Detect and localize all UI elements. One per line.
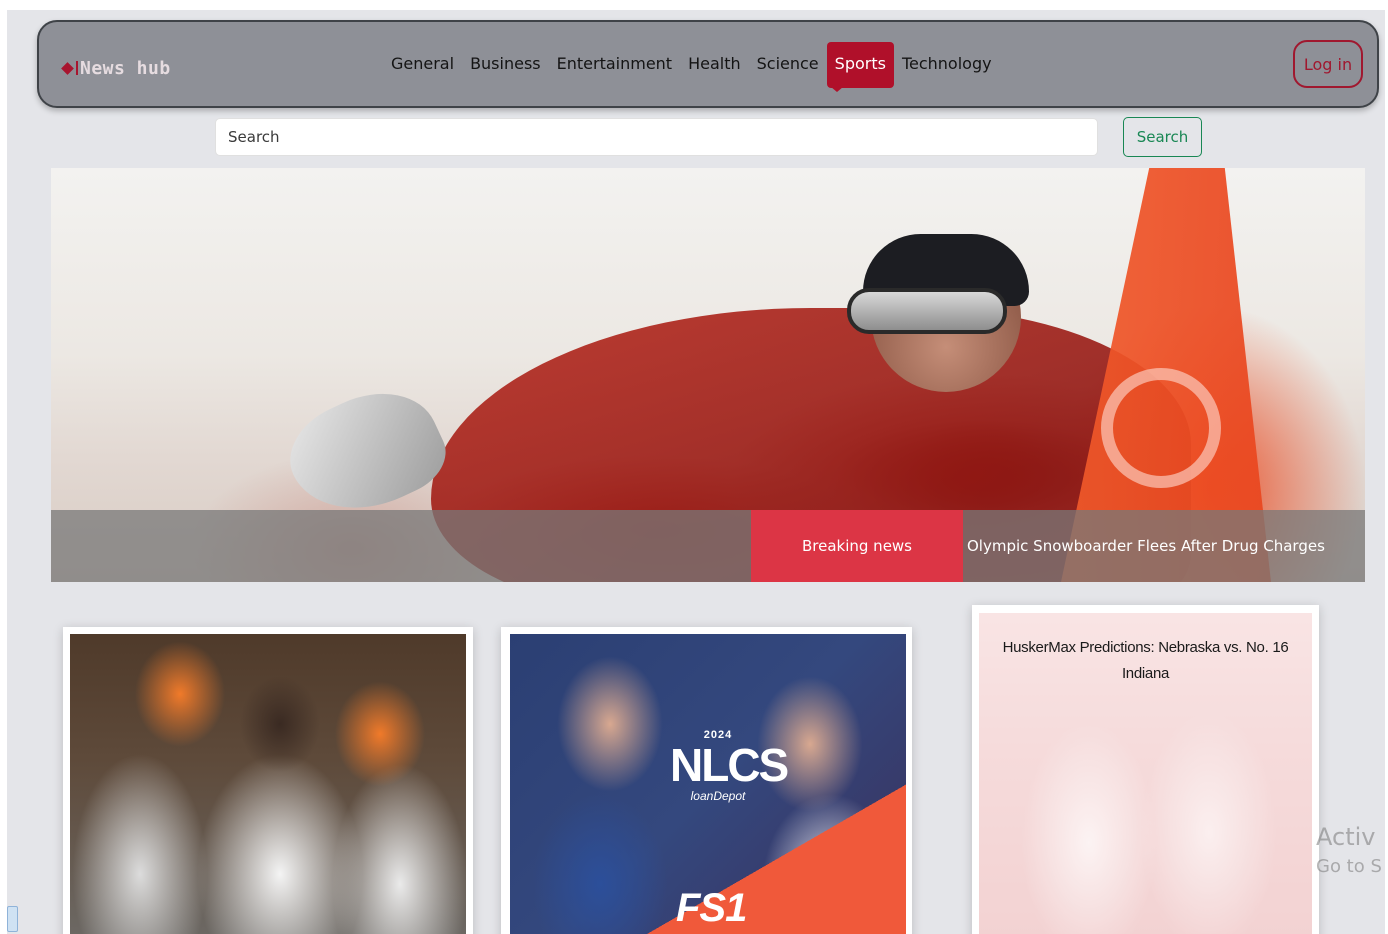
- search-input[interactable]: [215, 118, 1098, 156]
- breaking-news-badge: Breaking news: [751, 510, 963, 582]
- brand-diamond-icon: [61, 61, 74, 75]
- watermark-line-1: Activ: [1316, 823, 1376, 851]
- brand-logo[interactable]: News hub: [61, 56, 171, 80]
- windows-activation-watermark: Activ Go to S: [1316, 820, 1382, 880]
- nav-item-sports[interactable]: Sports: [826, 42, 894, 92]
- breaking-news-headline[interactable]: Olympic Snowboarder Flees After Drug Cha…: [967, 510, 1365, 582]
- watermark-line-2: Go to S: [1316, 856, 1382, 877]
- hero-image-goggles: [847, 288, 1007, 334]
- hero-banner[interactable]: Breaking news Olympic Snowboarder Flees …: [51, 168, 1365, 582]
- news-card-title[interactable]: HuskerMax Predictions: Nebraska vs. No. …: [992, 635, 1299, 687]
- side-scroll-tab[interactable]: [7, 906, 18, 932]
- nav-item-health[interactable]: Health: [680, 42, 749, 88]
- search-button[interactable]: Search: [1123, 117, 1202, 157]
- nav-item-general[interactable]: General: [383, 42, 462, 88]
- nlcs-logo-text: NLCS: [670, 739, 789, 791]
- nlcs-logo: 2024 NLCS loanDepot: [670, 729, 789, 803]
- news-card-2[interactable]: 2024 NLCS loanDepot FS1: [501, 627, 912, 934]
- news-card-image: 2024 NLCS loanDepot FS1: [510, 634, 906, 934]
- nav-item-entertainment[interactable]: Entertainment: [549, 42, 680, 88]
- login-button[interactable]: Log in: [1293, 40, 1363, 88]
- news-card-1[interactable]: [63, 627, 473, 934]
- nav-item-technology[interactable]: Technology: [894, 42, 1000, 88]
- nav-item-business[interactable]: Business: [462, 42, 549, 88]
- hero-image-olympic-ring: [1101, 368, 1221, 488]
- nav-list: General Business Entertainment Health Sc…: [383, 42, 1000, 92]
- news-card-3[interactable]: HuskerMax Predictions: Nebraska vs. No. …: [972, 605, 1319, 934]
- navbar: News hub General Business Entertainment …: [37, 20, 1379, 108]
- brand-name: News hub: [80, 57, 171, 79]
- brand-bar-icon: [76, 61, 78, 75]
- network-logo: FS1: [676, 886, 747, 930]
- nlcs-logo-sponsor: loanDepot: [690, 789, 746, 803]
- nav-item-science[interactable]: Science: [749, 42, 827, 88]
- news-card-image: [70, 634, 466, 934]
